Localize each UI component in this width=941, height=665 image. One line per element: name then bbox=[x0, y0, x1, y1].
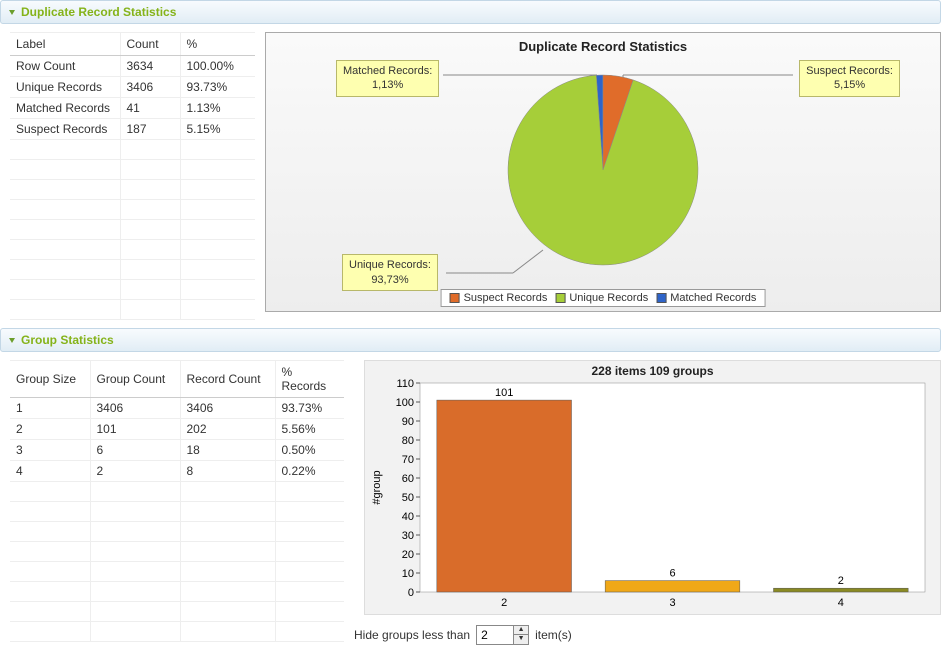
dup-panel-body: Label Count % Row Count3634100.00%Unique… bbox=[0, 24, 941, 320]
table-row[interactable]: 4280.22% bbox=[10, 461, 344, 482]
bar-svg: 228 items 109 groups #group 0 10 20 30 40 50 60 7… bbox=[365, 361, 940, 614]
svg-text:4: 4 bbox=[838, 597, 844, 609]
col-pctrecords[interactable]: % Records bbox=[275, 361, 344, 398]
svg-text:60: 60 bbox=[402, 473, 414, 485]
pie-chart-title: Duplicate Record Statistics bbox=[266, 33, 940, 60]
svg-text:30: 30 bbox=[402, 530, 414, 542]
col-groupsize[interactable]: Group Size bbox=[10, 361, 90, 398]
dup-table: Label Count % Row Count3634100.00%Unique… bbox=[10, 32, 255, 320]
table-row[interactable]: Unique Records340693.73% bbox=[10, 77, 255, 98]
dup-panel-header[interactable]: Duplicate Record Statistics bbox=[0, 0, 941, 24]
table-row[interactable]: 13406340693.73% bbox=[10, 398, 344, 419]
col-count[interactable]: Count bbox=[120, 33, 180, 56]
hide-groups-suffix: item(s) bbox=[535, 628, 572, 642]
svg-text:228 items 109 groups: 228 items 109 groups bbox=[591, 364, 713, 378]
grp-table-header-row: Group Size Group Count Record Count % Re… bbox=[10, 361, 344, 398]
svg-text:40: 40 bbox=[402, 511, 414, 523]
dup-table-header-row: Label Count % bbox=[10, 33, 255, 56]
dup-panel-title: Duplicate Record Statistics bbox=[21, 5, 176, 19]
table-row[interactable]: 36180.50% bbox=[10, 440, 344, 461]
svg-text:3: 3 bbox=[669, 597, 675, 609]
svg-text:110: 110 bbox=[396, 378, 414, 390]
hide-groups-input[interactable] bbox=[477, 626, 513, 644]
svg-text:2: 2 bbox=[501, 597, 507, 609]
table-row[interactable]: Matched Records411.13% bbox=[10, 98, 255, 119]
callout-suspect: Suspect Records: 5,15% bbox=[799, 60, 900, 97]
svg-text:2: 2 bbox=[838, 575, 844, 587]
pie-chart: Duplicate Record Statistics Matched Reco… bbox=[265, 32, 941, 312]
svg-text:0: 0 bbox=[408, 587, 414, 599]
svg-text:10: 10 bbox=[402, 568, 414, 580]
grp-panel-body: Group Size Group Count Record Count % Re… bbox=[0, 352, 941, 645]
callout-matched: Matched Records: 1,13% bbox=[336, 60, 439, 97]
bar-chart: 228 items 109 groups #group 0 10 20 30 40 50 60 7… bbox=[364, 360, 941, 615]
col-label[interactable]: Label bbox=[10, 33, 120, 56]
svg-text:#group: #group bbox=[371, 470, 383, 504]
svg-text:50: 50 bbox=[402, 492, 414, 504]
svg-text:101: 101 bbox=[495, 387, 513, 399]
col-groupcount[interactable]: Group Count bbox=[90, 361, 180, 398]
svg-text:100: 100 bbox=[396, 397, 414, 409]
table-row[interactable]: Row Count3634100.00% bbox=[10, 56, 255, 77]
svg-text:80: 80 bbox=[402, 435, 414, 447]
table-row[interactable]: 21012025.56% bbox=[10, 419, 344, 440]
chevron-down-icon bbox=[9, 10, 15, 15]
hide-groups-spinner[interactable]: ▲ ▼ bbox=[476, 625, 529, 645]
pie-legend: Suspect Records Unique Records Matched R… bbox=[441, 289, 766, 307]
col-recordcount[interactable]: Record Count bbox=[180, 361, 275, 398]
grp-panel-title: Group Statistics bbox=[21, 333, 114, 347]
callout-unique: Unique Records: 93,73% bbox=[342, 254, 438, 291]
grp-panel-header[interactable]: Group Statistics bbox=[0, 328, 941, 352]
table-row[interactable]: Suspect Records1875.15% bbox=[10, 119, 255, 140]
spinner-up-button[interactable]: ▲ bbox=[514, 626, 528, 635]
svg-text:6: 6 bbox=[669, 568, 675, 580]
hide-groups-control: Hide groups less than ▲ ▼ item(s) bbox=[354, 621, 941, 645]
svg-text:90: 90 bbox=[402, 416, 414, 428]
hide-groups-label: Hide groups less than bbox=[354, 628, 470, 642]
chevron-down-icon bbox=[9, 338, 15, 343]
col-percent[interactable]: % bbox=[180, 33, 255, 56]
spinner-down-button[interactable]: ▼ bbox=[514, 635, 528, 644]
svg-text:70: 70 bbox=[402, 454, 414, 466]
svg-text:20: 20 bbox=[402, 549, 414, 561]
grp-table: Group Size Group Count Record Count % Re… bbox=[10, 360, 344, 645]
